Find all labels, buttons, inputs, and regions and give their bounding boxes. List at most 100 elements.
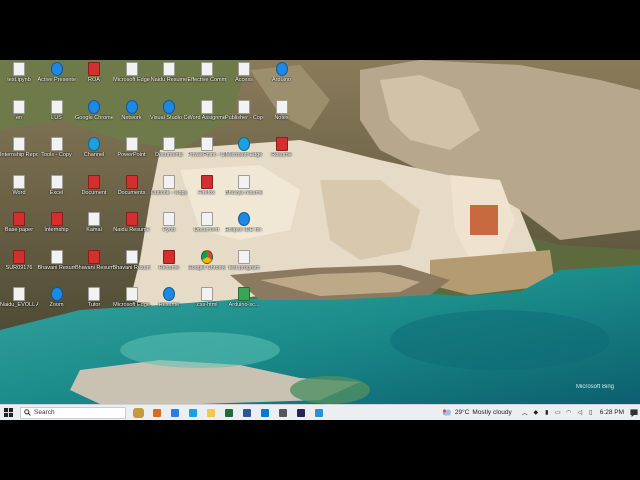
- desktop-icon[interactable]: Visual Studio Code: [150, 99, 188, 122]
- desktop-icon[interactable]: Microsoft Edge: [113, 62, 151, 84]
- app-file-icon: [163, 287, 175, 301]
- taskbar-app-settings-icon[interactable]: [277, 407, 288, 418]
- desktop-icon[interactable]: Channel: [75, 137, 113, 159]
- doc-file-icon: [238, 174, 250, 189]
- desktop-icon[interactable]: Bhavani Resume: [112, 249, 151, 272]
- desktop-icon-label: Bhavani Resume: [112, 264, 151, 271]
- desktop-icon-label: test.ipynb: [7, 77, 31, 83]
- taskbar-search-box[interactable]: Search: [20, 406, 126, 419]
- desktop-icon[interactable]: Internship Report: [0, 137, 38, 159]
- doc-file-icon: [50, 249, 63, 264]
- desktop-icon[interactable]: Microsoft Edge: [113, 287, 151, 309]
- taskbar-app-chrome-icon[interactable]: [169, 407, 180, 418]
- desktop-icon[interactable]: Internship: [38, 212, 76, 234]
- desktop-icon[interactable]: Word Assignment: [188, 99, 226, 122]
- desktop-icon[interactable]: Fynd: [150, 212, 188, 234]
- desktop-icon-label: Bhavya resume: [225, 189, 263, 196]
- desktop-icon[interactable]: Bhavani Resume: [38, 249, 76, 272]
- desktop-icon[interactable]: PowerPoint - Copy: [188, 137, 226, 159]
- desktop-icon[interactable]: Publisher - Copy: [225, 99, 263, 122]
- taskbar-app-file-explorer-icon[interactable]: [205, 407, 216, 418]
- desktop-icon[interactable]: Notes: [263, 99, 301, 122]
- desktop-icon[interactable]: Document: [75, 174, 113, 197]
- desktop-icon-label: Kamal: [86, 227, 102, 233]
- app-file-icon: [163, 99, 175, 114]
- start-button[interactable]: [0, 405, 16, 421]
- taskbar-app-outlook-icon[interactable]: [259, 407, 270, 418]
- desktop-icon[interactable]: SUR09176: [0, 249, 38, 272]
- notification-icon[interactable]: [628, 405, 640, 420]
- desktop-icon-label: Microsoft Edge: [113, 302, 150, 308]
- desktop-icon[interactable]: Network: [113, 99, 151, 122]
- desktop-icon-label: Naidu Resume: [150, 77, 188, 83]
- taskbar-app-vscode-icon[interactable]: [313, 407, 324, 418]
- desktop-icon[interactable]: Excel: [38, 174, 76, 197]
- doc-file-icon: [200, 287, 213, 301]
- desktop-icon[interactable]: Document: [188, 212, 226, 234]
- doc-file-icon: [13, 62, 25, 76]
- desktop-icon[interactable]: PowerPoint: [113, 137, 151, 159]
- desktop-icon[interactable]: Documents: [113, 174, 151, 197]
- desktop-icon[interactable]: ROA: [75, 62, 113, 84]
- desktop-icon[interactable]: Resume: [263, 137, 301, 159]
- desktop-icon[interactable]: Arduino-sc...: [225, 287, 263, 309]
- desktop-icon[interactable]: Active Presenter: [38, 62, 76, 84]
- desktop-icon[interactable]: Zoom: [38, 287, 76, 309]
- taskbar-clock[interactable]: 6:28 PM: [600, 409, 624, 416]
- desktop-icon[interactable]: Outlook - Copy: [150, 174, 188, 197]
- edge-file-icon: [238, 137, 250, 151]
- desktop-icon[interactable]: Naidu_EVOLL Assignment: [0, 287, 38, 309]
- desktop-screen: test.ipynb en Internship Report Word Base pa…: [0, 60, 640, 420]
- desktop-icon-label: Tools - Copy: [41, 152, 72, 158]
- desktop-icon[interactable]: .css-html: [188, 287, 226, 309]
- desktop-icon[interactable]: Resume: [150, 249, 188, 272]
- taskbar-app-teams-icon[interactable]: [223, 407, 234, 418]
- desktop-icon[interactable]: Bhavya resume: [225, 174, 263, 197]
- desktop-icon[interactable]: Word: [0, 174, 38, 197]
- desktop-icon[interactable]: Naidu Resume: [150, 62, 188, 84]
- wifi-icon[interactable]: ◠: [565, 409, 573, 417]
- taskbar-app-edge-icon[interactable]: [187, 407, 198, 418]
- desktop-icon[interactable]: test.ipynb: [0, 62, 38, 84]
- desktop-icon[interactable]: Base paper: [0, 212, 38, 234]
- taskbar-search-highlight-icon[interactable]: [133, 407, 144, 418]
- doc-file-icon: [50, 99, 63, 114]
- display-icon[interactable]: ▭: [554, 409, 562, 417]
- desktop-icon[interactable]: test program: [225, 249, 263, 272]
- microphone-icon[interactable]: ▮: [543, 409, 551, 417]
- desktop-icon[interactable]: Google Chrome: [188, 249, 226, 272]
- desktop-icon[interactable]: Naidu Resume: [113, 212, 151, 234]
- desktop-icon[interactable]: Documents: [150, 137, 188, 159]
- desktop-icon[interactable]: Microsoft Edge: [225, 137, 263, 159]
- pdf-file-icon: [125, 174, 138, 189]
- taskbar-app-store-icon[interactable]: [241, 407, 252, 418]
- desktop-icon[interactable]: Kamal: [75, 212, 113, 234]
- desktop-icon[interactable]: LUS: [38, 99, 76, 122]
- weather-widget[interactable]: 29°C Mostly cloudy: [442, 409, 512, 416]
- desktop-icon[interactable]: Resume: [150, 287, 188, 309]
- desktop-icon[interactable]: en: [0, 99, 38, 122]
- desktop-icon[interactable]: Tutor: [75, 287, 113, 309]
- chevron-up-icon[interactable]: ︿: [521, 409, 529, 417]
- security-icon[interactable]: ◆: [532, 409, 540, 417]
- doc-file-icon: [125, 62, 138, 76]
- desktop-icon-label: Arduino-sc...: [228, 302, 260, 308]
- doc-file-icon: [200, 137, 213, 151]
- desktop-icon[interactable]: Google Chrome: [75, 99, 113, 122]
- desktop-icon[interactable]: Arduino: [263, 62, 301, 84]
- desktop-icon-label: Publisher - Copy: [225, 114, 263, 121]
- battery-icon[interactable]: ▯: [587, 409, 595, 417]
- doc-file-icon: [13, 99, 25, 114]
- doc-file-icon: [163, 137, 175, 151]
- desktop-icon[interactable]: Effective Communication: [188, 62, 226, 84]
- desktop-icon[interactable]: Firefox: [188, 174, 226, 197]
- desktop-icon[interactable]: Bhavani Resume: [75, 249, 113, 272]
- taskbar-app-edge-dev-icon[interactable]: [151, 407, 162, 418]
- desktop-icon[interactable]: Access: [225, 62, 263, 84]
- desktop-icon-label: Network: [121, 114, 142, 121]
- volume-icon[interactable]: ◁: [576, 409, 584, 417]
- desktop-icon[interactable]: Eclipse IDE for Java De...: [225, 212, 263, 234]
- doc-file-icon: [200, 99, 213, 114]
- taskbar-app-eclipse-icon[interactable]: [295, 407, 306, 418]
- desktop-icon[interactable]: Tools - Copy: [38, 137, 76, 159]
